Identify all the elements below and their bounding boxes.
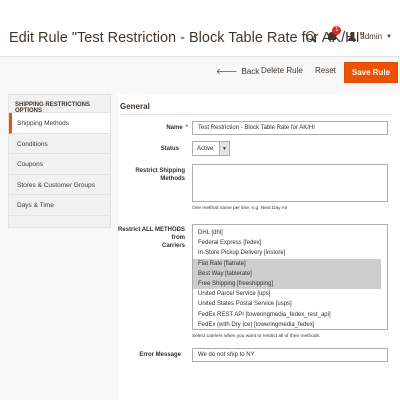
chevron-down-icon: ▼: [219, 142, 229, 155]
sidebar-tabs: SHIPPING RESTRICTIONS OPTIONS Shipping M…: [8, 94, 111, 228]
error-message-input[interactable]: We do not ship to NY: [192, 348, 388, 362]
notification-count-badge: 1: [332, 26, 342, 35]
chevron-down-icon: ▼: [386, 33, 392, 40]
tab-stores-customer-groups[interactable]: Stores & Customer Groups: [9, 175, 110, 195]
status-label: Status: [160, 146, 179, 152]
sidebar-title: SHIPPING RESTRICTIONS OPTIONS: [9, 95, 110, 114]
carrier-option[interactable]: Federal Express [fedex]: [193, 238, 387, 248]
status-select-value: Active: [197, 146, 214, 152]
tab-conditions[interactable]: Conditions: [9, 134, 110, 154]
restrict-methods-textarea[interactable]: [192, 164, 388, 202]
notifications-bell-icon[interactable]: 1: [327, 26, 342, 42]
back-button[interactable]: 🡐 Back: [216, 66, 259, 76]
section-title: General: [120, 102, 150, 111]
carrier-option-selected[interactable]: Best Way [tablerate]: [193, 268, 381, 279]
user-menu[interactable]: admin ▼: [348, 32, 392, 41]
carrier-option-selected[interactable]: Free Shipping [freeshipping]: [193, 278, 381, 290]
page-actions-bar: 🡐 Back Delete Rule Reset Save Rule: [0, 56, 400, 87]
restrict-methods-note: One method name per line, e.g. Next Day …: [192, 206, 288, 211]
carrier-option[interactable]: United States Postal Service [usps]: [193, 299, 387, 309]
name-input[interactable]: Test Restriction - Block Table Rate for …: [192, 121, 388, 135]
carrier-option[interactable]: FedEx REST API [toweringmedia_fedex_rest…: [193, 310, 387, 320]
search-icon[interactable]: [306, 31, 317, 42]
carrier-option[interactable]: United Parcel Service [ups]: [193, 289, 387, 299]
back-arrow-icon: 🡐: [216, 67, 238, 76]
user-name: admin: [360, 32, 383, 41]
carrier-option-selected[interactable]: Flat Rate [flatrate]: [193, 258, 381, 269]
tab-coupons[interactable]: Coupons: [9, 154, 110, 175]
header-actions: 1 admin ▼: [306, 26, 392, 42]
tab-shipping-methods[interactable]: Shipping Methods: [9, 113, 110, 134]
main-form: General Name * Test Restriction - Block T…: [118, 94, 400, 400]
user-icon: [348, 32, 357, 41]
reset-button[interactable]: Reset: [315, 66, 336, 75]
restrict-methods-label: Restrict Shipping Methods: [135, 168, 185, 182]
carrier-option[interactable]: In-Store Pickup Delivery [instore]: [193, 248, 387, 258]
carrier-option[interactable]: DHL [dhl]: [193, 228, 387, 238]
status-select[interactable]: Active ▼: [192, 141, 230, 156]
tab-days-time[interactable]: Days & Time: [9, 195, 110, 216]
delete-rule-button[interactable]: Delete Rule: [261, 66, 303, 75]
name-label: Name *: [166, 125, 188, 131]
restrict-carriers-label: Restrict ALL METHODS from Carriers: [118, 227, 186, 249]
back-button-label: Back: [241, 67, 260, 76]
section-divider: [120, 114, 392, 115]
save-rule-button[interactable]: Save Rule: [344, 62, 398, 83]
carrier-option[interactable]: FedEx (with Dry Ice) [toweringmedia_fede…: [193, 320, 387, 329]
error-message-label: Error Message: [139, 352, 181, 358]
carriers-note: Select carriers when you want to restric…: [192, 334, 321, 339]
carriers-multiselect[interactable]: DHL [dhl] Federal Express [fedex] In-Sto…: [192, 224, 388, 330]
